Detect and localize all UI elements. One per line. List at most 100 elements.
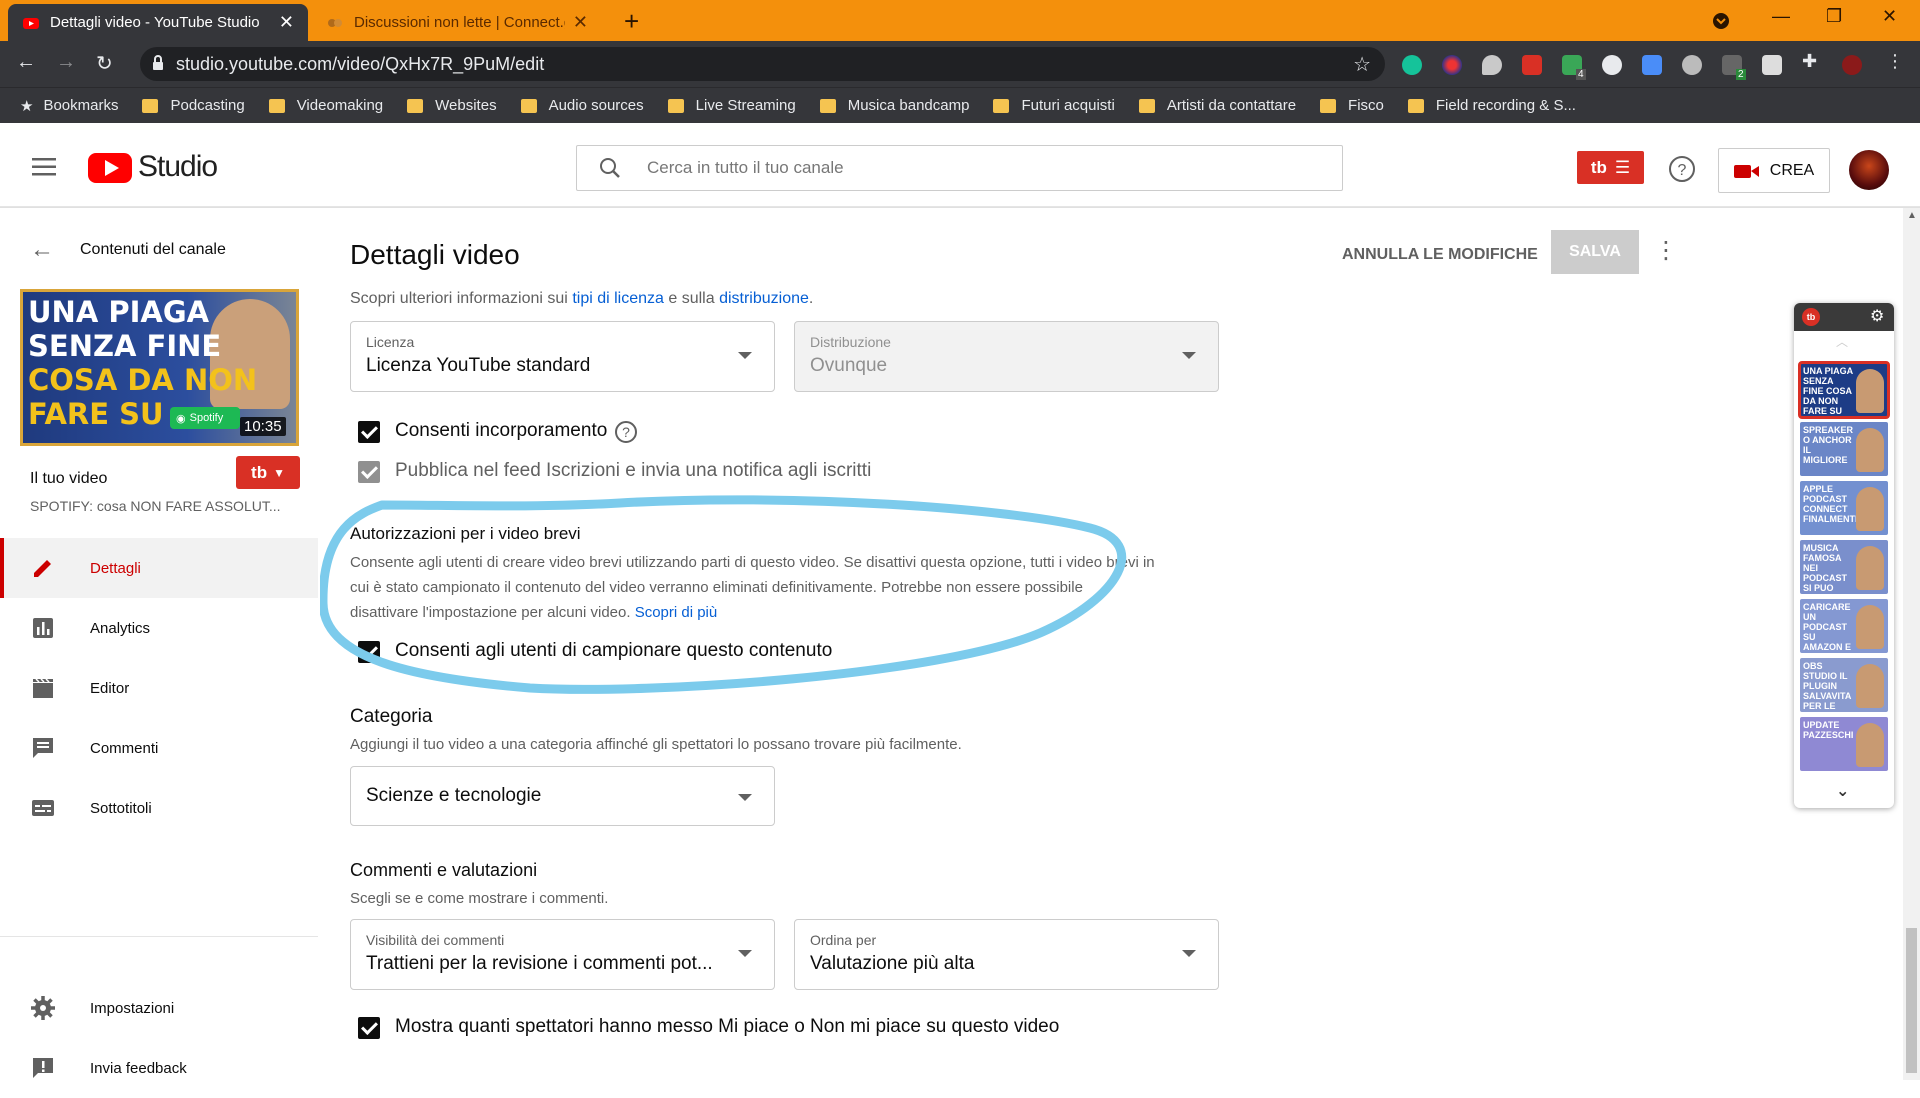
more-options-icon[interactable]: ⋮ <box>1654 236 1678 265</box>
folder-icon <box>993 98 1010 113</box>
printer-extension-icon[interactable] <box>1762 55 1782 75</box>
license-select[interactable]: Licenza Licenza YouTube standard <box>350 321 775 392</box>
maximize-icon[interactable]: ❐ <box>1826 6 1842 27</box>
account-avatar[interactable] <box>1849 150 1889 190</box>
svg-text:?: ? <box>1678 162 1687 179</box>
distribution-select[interactable]: Distribuzione Ovunque <box>794 321 1219 392</box>
address-bar[interactable]: studio.youtube.com/video/QxHx7R_9PuM/edi… <box>140 47 1385 81</box>
close-tab-icon[interactable]: ✕ <box>573 12 588 33</box>
sidebar-divider <box>0 936 318 937</box>
url-text: studio.youtube.com/video/QxHx7R_9PuM/edi… <box>176 53 545 74</box>
bookmark-folder[interactable]: Videomaking <box>268 97 383 114</box>
film-icon <box>33 678 53 698</box>
category-description: Aggiungi il tuo video a una categoria af… <box>350 736 962 753</box>
sidebar-item-dettagli[interactable]: Dettagli <box>0 538 318 598</box>
widget-video-thumbnail[interactable]: SPREAKER O ANCHOR IL MIGLIORE <box>1800 422 1888 476</box>
profile-menu-icon[interactable] <box>1712 12 1730 30</box>
tubebuddy-menu-button[interactable]: tb ☰ <box>1577 151 1644 184</box>
block-extension-icon[interactable] <box>1602 55 1622 75</box>
widget-thumbnail-face <box>1856 605 1884 649</box>
bookmark-star-icon[interactable]: ☆ <box>1353 52 1371 77</box>
distribution-link[interactable]: distribuzione <box>719 290 809 307</box>
bookmark-folder[interactable]: Live Streaming <box>667 97 796 114</box>
tubebuddy-extension-icon[interactable] <box>1522 55 1542 75</box>
widget-video-thumbnail[interactable]: OBS STUDIO IL PLUGIN SALVAVITA PER LE TU… <box>1800 658 1888 712</box>
widget-settings-icon[interactable]: ⚙ <box>1870 306 1884 326</box>
allow-embedding-label: Consenti incorporamento <box>395 420 608 441</box>
search-icon <box>600 158 620 178</box>
scrollbar-thumb[interactable] <box>1906 928 1917 1073</box>
gear-extension-icon[interactable] <box>1682 55 1702 75</box>
bookmark-folder[interactable]: Podcasting <box>142 97 245 114</box>
bookmark-folder[interactable]: Websites <box>407 97 497 114</box>
dropdown-arrow-icon <box>738 794 752 801</box>
save-button[interactable]: SALVA <box>1551 230 1639 274</box>
search-input[interactable]: Cerca in tutto il tuo canale <box>576 145 1343 191</box>
video-thumbnail[interactable]: UNA PIAGA SENZA FINE COSA DA NON FARE SU… <box>20 289 299 446</box>
bookmark-folder[interactable]: Musica bandcamp <box>819 97 969 114</box>
widget-video-thumbnail[interactable]: UPDATE PAZZESCHI <box>1800 717 1888 771</box>
widget-video-thumbnail[interactable]: UNA PIAGA SENZA FINE COSA DA NON FARE SU <box>1798 361 1890 419</box>
widget-video-thumbnail[interactable]: MUSICA FAMOSA NEI PODCAST SI PUO <box>1800 540 1888 594</box>
bookmark-folder[interactable]: Artisti da contattare <box>1138 97 1296 114</box>
back-icon[interactable]: ← <box>16 51 36 74</box>
close-window-icon[interactable]: ✕ <box>1882 6 1897 27</box>
help-circle-icon[interactable]: ? <box>614 420 638 444</box>
studio-logo[interactable]: Studio <box>88 150 218 184</box>
create-button[interactable]: CREA <box>1718 148 1830 193</box>
tubebuddy-logo-icon: tb <box>1802 308 1820 326</box>
sort-by-select[interactable]: Ordina per Valutazione più alta <box>794 919 1219 990</box>
extensions-puzzle-icon[interactable]: ✚ <box>1802 51 1822 71</box>
close-tab-icon[interactable]: ✕ <box>279 12 294 33</box>
grammarly-extension-icon[interactable] <box>1402 55 1422 75</box>
widget-down-arrow-icon[interactable]: ⌄ <box>1836 781 1849 801</box>
undo-changes-button[interactable]: ANNULLA LE MODIFICHE <box>1342 246 1538 264</box>
sidebar-item-sottotitoli[interactable]: Sottotitoli <box>0 778 318 838</box>
back-to-content-link[interactable]: ← Contenuti del canale <box>30 236 226 264</box>
folder-icon <box>1320 98 1337 113</box>
reload-icon[interactable]: ↻ <box>96 51 113 76</box>
widget-thumbnail-face <box>1856 428 1884 472</box>
comments-visibility-select[interactable]: Visibilità dei commenti Trattieni per la… <box>350 919 775 990</box>
color-extension-icon[interactable] <box>1442 55 1462 75</box>
license-types-link[interactable]: tipi di licenza <box>572 290 664 307</box>
bookmark-folder[interactable]: Fisco <box>1320 97 1384 114</box>
tubebuddy-dropdown-button[interactable]: tb ▼ <box>236 456 300 489</box>
bookmark-folder[interactable]: Audio sources <box>520 97 644 114</box>
sidebar-item-commenti[interactable]: Commenti <box>0 718 318 778</box>
tab-dettagli-video[interactable]: Dettagli video - YouTube Studio ✕ <box>8 4 308 41</box>
profile-avatar[interactable] <box>1842 55 1862 75</box>
show-likes-checkbox[interactable] <box>358 1017 380 1039</box>
new-tab-icon[interactable]: + <box>624 6 639 37</box>
category-select[interactable]: Scienze e tecnologie <box>350 766 775 826</box>
bookmark-item[interactable]: ★ Bookmarks <box>20 97 118 115</box>
scrollbar-track[interactable]: ▲ <box>1903 208 1920 1080</box>
allow-embedding-checkbox[interactable] <box>358 421 380 443</box>
bookmark-folder[interactable]: Futuri acquisti <box>993 97 1115 114</box>
your-video-label: Il tuo video <box>30 470 108 487</box>
bookmark-folder[interactable]: Field recording & S... <box>1407 97 1576 114</box>
widget-up-arrow-icon[interactable]: ︿ <box>1836 333 1848 350</box>
connect-favicon-icon <box>328 18 342 27</box>
youtube-logo-icon <box>88 153 132 183</box>
show-likes-label: Mostra quanti spettatori hanno messo Mi … <box>395 1016 1060 1037</box>
feedback-icon <box>33 1058 53 1078</box>
tubebuddy-video-widget: tb ⚙ ︿ UNA PIAGA SENZA FINE COSA DA NON … <box>1794 303 1894 808</box>
forward-icon[interactable]: → <box>56 51 76 74</box>
scroll-up-arrow-icon[interactable]: ▲ <box>1907 210 1917 221</box>
help-icon[interactable]: ? <box>1668 155 1696 183</box>
widget-video-thumbnail[interactable]: CARICARE UN PODCAST SU AMAZON E AUDIBLE <box>1800 599 1888 653</box>
hamburger-menu-icon[interactable] <box>32 158 56 176</box>
publish-feed-checkbox[interactable] <box>358 461 380 483</box>
browser-menu-icon[interactable]: ⋮ <box>1886 51 1904 71</box>
sidebar-item-impostazioni[interactable]: Impostazioni <box>0 978 318 1038</box>
sidebar-item-editor[interactable]: Editor <box>0 658 318 718</box>
widget-video-thumbnail[interactable]: APPLE PODCAST CONNECT FINALMENTE <box>1800 481 1888 535</box>
sidebar-item-analytics[interactable]: Analytics <box>0 598 318 658</box>
sidebar-item-feedback[interactable]: Invia feedback <box>0 1038 318 1098</box>
drop-extension-icon[interactable] <box>1482 55 1502 75</box>
browser-toolbar: ← → ↻ studio.youtube.com/video/QxHx7R_9P… <box>0 41 1920 87</box>
minimize-icon[interactable]: — <box>1772 6 1790 27</box>
tab-discussioni[interactable]: Discussioni non lette | Connect.g ✕ <box>312 4 602 41</box>
dropbox-extension-icon[interactable] <box>1642 55 1662 75</box>
